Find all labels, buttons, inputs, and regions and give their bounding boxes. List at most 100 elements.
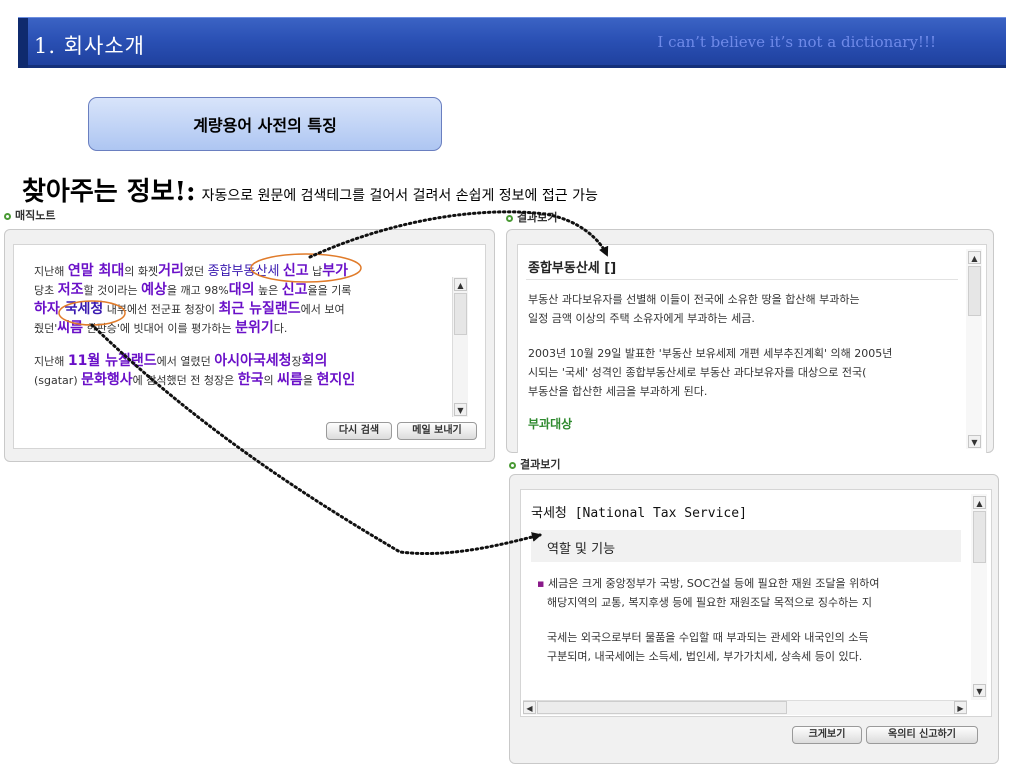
keyword-link[interactable]: 신고: [282, 282, 308, 298]
result2-title: 국세청 [National Tax Service]: [531, 506, 747, 521]
result-line: 부동산 과다보유자를 선별해 이들이 전국에 소유한 땅을 합산해 부과하는: [528, 293, 860, 306]
note-text: 높은: [254, 284, 282, 297]
note-text: 에서 보여: [300, 303, 345, 316]
keyword-link[interactable]: 11월 뉴질랜드: [68, 353, 157, 369]
keyword-link[interactable]: 대의: [229, 282, 255, 298]
headline-main: 찾아주는 정보!:: [22, 177, 196, 207]
keyword-link[interactable]: 부가: [322, 263, 348, 279]
keyword-link[interactable]: 한국: [238, 372, 264, 388]
result-line-text: 세금은 크게 중앙정부가 국방, SOC건설 등에 필요한 재원 조달을 위하여: [547, 577, 880, 590]
keyword-link[interactable]: 연말 최대: [68, 263, 124, 279]
scroll-down-icon[interactable]: ▼: [968, 435, 981, 448]
keyword-link[interactable]: 최근 뉴질랜드: [218, 301, 300, 317]
scroll-left-icon[interactable]: ◀: [523, 701, 536, 714]
scroll-down-icon[interactable]: ▼: [454, 403, 467, 416]
scroll-thumb[interactable]: [454, 293, 467, 335]
keyword-link[interactable]: 현지인: [317, 372, 356, 388]
keyword-link[interactable]: 신고: [283, 263, 309, 279]
magic-note-text: 지난해 연말 최대의 화젯거리였던 종합부동산세 신고 납부가 당초 저조할 것…: [34, 262, 464, 390]
note-text: 였던: [183, 265, 208, 278]
section-subtitle: 계량용어 사전의 특징: [88, 97, 442, 151]
note-text: 을: [302, 374, 317, 387]
page-title: 1. 회사소개: [34, 34, 145, 58]
result1-title: 종합부동산세 []: [528, 261, 617, 276]
note-line: 하자 국세청 내부에선 전군표 청장이 최근 뉴질랜드에서 보여: [34, 300, 464, 319]
note-line: 줬던'씨름 한판승'에 빗대어 이를 평가하는 분위기다.: [34, 319, 464, 338]
send-email-button[interactable]: 메일 보내기: [397, 422, 477, 440]
note-text: 내부에선 전군표 청장이: [103, 303, 219, 316]
scroll-up-icon[interactable]: ▲: [973, 496, 986, 509]
note-text: 한판승'에 빗대어 이를 평가하는: [83, 322, 236, 335]
note-text: 장: [291, 355, 302, 368]
result-line: 해당지역의 교통, 복지후생 등에 필요한 재원조달 목적으로 징수하는 지: [547, 596, 872, 609]
result1-scrollbar[interactable]: ▲ ▼: [966, 249, 982, 449]
result2-subhead-bar: 역할 및 기능: [531, 530, 961, 562]
note-text: 에 참석했던 전 청장은: [132, 374, 238, 387]
keyword-link[interactable]: 예상: [141, 282, 167, 298]
result1-text: 부동산 과다보유자를 선별해 이들이 전국에 소유한 땅을 합산해 부과하는 일…: [528, 290, 956, 434]
keyword-link-nts[interactable]: 국세청: [65, 301, 104, 317]
result-line: 2003년 10월 29일 발표한 '부동산 보유세제 개편 세부추진계획' 의…: [528, 347, 893, 360]
feature-headline: 찾아주는 정보!: 자동으로 원문에 검색테그를 걸어서 걸려서 손쉽게 정보에 …: [22, 171, 598, 208]
note-text: 지난해: [34, 355, 68, 368]
note-text: 율을 기록: [307, 284, 352, 297]
keyword-link[interactable]: 씨름: [57, 320, 83, 336]
report-error-button[interactable]: 옥의티 신고하기: [866, 726, 978, 744]
scroll-thumb[interactable]: [968, 266, 981, 316]
note-text: 의 화젯: [124, 265, 159, 278]
bullet-circle-icon: [4, 213, 11, 220]
result1-content: 종합부동산세 [] 부동산 과다보유자를 선별해 이들이 전국에 소유한 땅을 …: [517, 244, 987, 453]
keyword-link[interactable]: 저조: [58, 282, 84, 298]
divider: [526, 279, 958, 280]
keyword-link[interactable]: 아시아국세청: [214, 353, 291, 369]
keyword-link[interactable]: 회의: [302, 353, 328, 369]
result2-label-text: 결과보기: [520, 458, 561, 471]
result2-vscrollbar[interactable]: ▲ ▼: [971, 494, 987, 700]
magic-note-label: 매직노트: [4, 207, 55, 223]
result-line: ▪ 세금은 크게 중앙정부가 국방, SOC건설 등에 필요한 재원 조달을 위…: [537, 574, 961, 593]
result1-label: 결과보기: [506, 209, 557, 225]
note-line: 지난해 11월 뉴질랜드에서 열렸던 아시아국세청장회의: [34, 352, 464, 371]
result2-hscrollbar[interactable]: ◀ ▶: [523, 700, 967, 715]
result-line: 시되는 '국세' 성격인 종합부동산세로 부동산 과다보유자를 대상으로 전국(: [528, 366, 867, 379]
result-line: 국세는 외국으로부터 물품을 수입할 때 부과되는 관세와 내국인의 소득: [547, 631, 869, 644]
header-banner: 1. 회사소개 I can’t believe it’s not a dicti…: [18, 17, 1006, 68]
note-line: 당초 저조할 것이라는 예상을 깨고 98%대의 높은 신고율을 기록: [34, 281, 464, 300]
keyword-link[interactable]: 거리: [158, 263, 184, 279]
enlarge-button[interactable]: 크게보기: [792, 726, 862, 744]
note-line: (sgatar) 문화행사에 참석했던 전 청장은 한국의 씨름을 현지인: [34, 371, 464, 390]
keyword-link[interactable]: 문화행사: [81, 372, 133, 388]
scroll-right-icon[interactable]: ▶: [954, 701, 967, 714]
result1-panel: 종합부동산세 [] 부동산 과다보유자를 선별해 이들이 전국에 소유한 땅을 …: [506, 229, 994, 453]
note-text: 할 것이라는: [83, 284, 142, 297]
result-line: 구분되며, 내국세에는 소득세, 법인세, 부가가치세, 상속세 등이 있다.: [547, 650, 863, 663]
magic-note-scrollbar[interactable]: ▲ ▼: [452, 277, 468, 417]
keyword-link[interactable]: 하자: [34, 301, 65, 317]
keyword-link-jongbu[interactable]: 종합부동산세: [208, 264, 280, 279]
magic-note-panel: 지난해 연말 최대의 화젯거리였던 종합부동산세 신고 납부가 당초 저조할 것…: [4, 229, 495, 462]
result2-content: 국세청 [National Tax Service] 역할 및 기능 ▪ 세금은…: [520, 489, 992, 717]
scroll-up-icon[interactable]: ▲: [968, 251, 981, 264]
bullet-circle-icon: [509, 462, 516, 469]
scroll-thumb[interactable]: [973, 511, 986, 563]
banner-cap: [18, 18, 28, 68]
note-text: 지난해: [34, 265, 68, 278]
scroll-thumb[interactable]: [537, 701, 787, 714]
magic-note-content: 지난해 연말 최대의 화젯거리였던 종합부동산세 신고 납부가 당초 저조할 것…: [13, 244, 486, 449]
result2-label: 결과보기: [509, 456, 560, 472]
headline-desc: 자동으로 원문에 검색테그를 걸어서 걸려서 손쉽게 정보에 접근 가능: [201, 188, 598, 204]
note-text: 당초: [34, 284, 58, 297]
research-button[interactable]: 다시 검색: [326, 422, 392, 440]
scroll-up-icon[interactable]: ▲: [454, 278, 467, 291]
note-line: 지난해 연말 최대의 화젯거리였던 종합부동산세 신고 납부가: [34, 262, 464, 281]
note-text: 납: [308, 265, 323, 278]
result-line: 부동산을 합산한 세금을 부과하게 된다.: [528, 385, 708, 398]
keyword-link[interactable]: 씨름: [277, 372, 303, 388]
result2-text: ▪ 세금은 크게 중앙정부가 국방, SOC건설 등에 필요한 재원 조달을 위…: [537, 574, 961, 666]
keyword-link[interactable]: 분위기: [235, 320, 274, 336]
scroll-down-icon[interactable]: ▼: [973, 684, 986, 697]
result1-label-text: 결과보기: [517, 211, 558, 224]
